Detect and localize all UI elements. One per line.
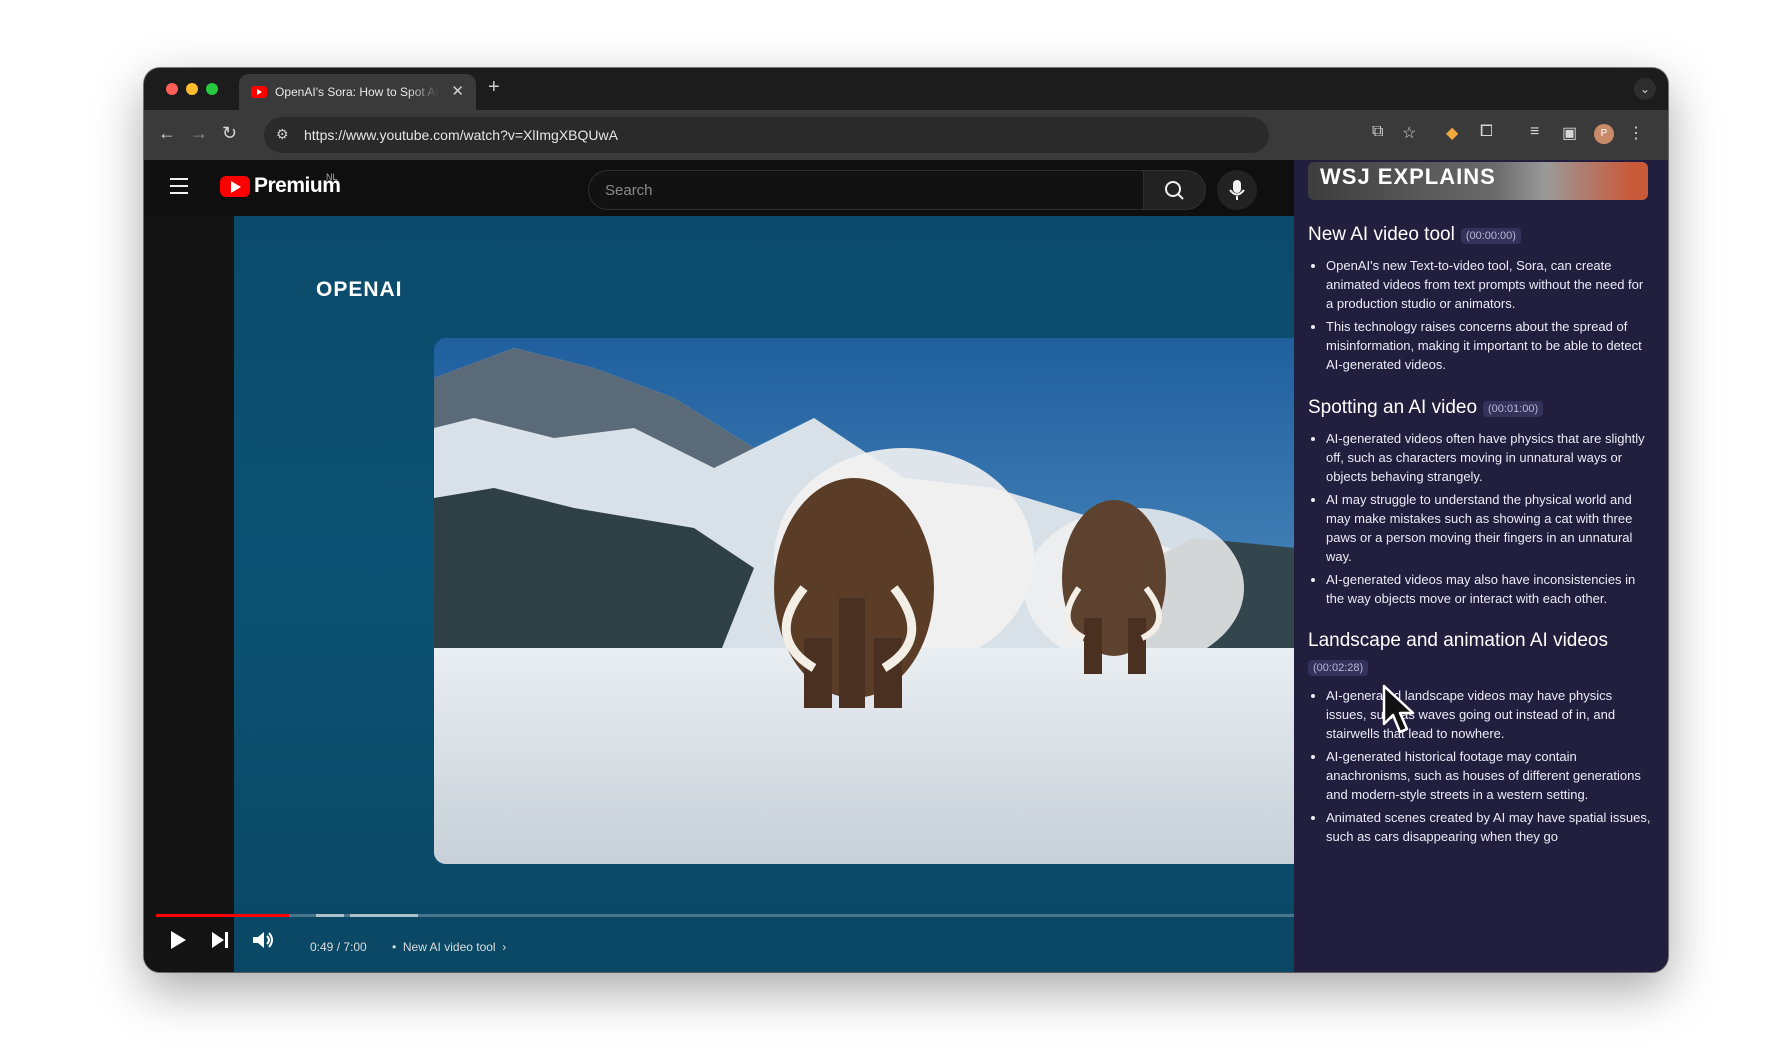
section-timestamp[interactable]: (00:01:00) xyxy=(1483,400,1544,417)
tab-close-icon[interactable]: ✕ xyxy=(451,82,464,100)
close-window-button[interactable] xyxy=(166,83,178,95)
tab-title: OpenAI's Sora: How to Spot AI-Generated … xyxy=(275,85,440,99)
address-bar[interactable]: ⚙ https://www.youtube.com/watch?v=XlImgX… xyxy=(264,117,1269,153)
profile-avatar[interactable]: P xyxy=(1594,124,1614,144)
tab-search-chevron-icon[interactable]: ⌄ xyxy=(1634,78,1656,100)
country-code: NL xyxy=(326,172,338,182)
tab-strip: OpenAI's Sora: How to Spot AI-Generated … xyxy=(144,68,1668,110)
hamburger-menu-icon[interactable] xyxy=(170,178,188,199)
reload-icon[interactable]: ↻ xyxy=(222,123,237,144)
youtube-logo-icon[interactable] xyxy=(220,176,250,197)
progress-buffered xyxy=(315,914,345,917)
progress-buffered xyxy=(349,914,419,917)
search-icon xyxy=(1165,181,1184,200)
video-summary-panel: WSJ EXPLAINS New AI video tool (00:00:00)… xyxy=(1294,160,1668,972)
summary-bullet: OpenAI's new Text-to-video tool, Sora, c… xyxy=(1326,256,1653,313)
side-panel-icon[interactable]: ▣ xyxy=(1562,123,1577,143)
summary-bullet: Animated scenes created by AI may have s… xyxy=(1326,808,1653,846)
search-button[interactable] xyxy=(1144,170,1206,210)
summary-bullet: AI-generated videos may also have incons… xyxy=(1326,570,1653,608)
volume-icon[interactable] xyxy=(250,926,278,954)
browser-toolbar: ← → ↻ ⚙ https://www.youtube.com/watch?v=… xyxy=(144,110,1668,160)
search-placeholder: Search xyxy=(605,182,653,199)
voice-search-button[interactable] xyxy=(1217,170,1257,210)
summary-section: Spotting an AI video (00:01:00) AI-genera… xyxy=(1308,397,1653,612)
progress-played xyxy=(156,914,290,917)
play-icon[interactable] xyxy=(166,926,190,954)
banner-title: WSJ EXPLAINS xyxy=(1320,164,1496,189)
browser-tab[interactable]: OpenAI's Sora: How to Spot AI-Generated … xyxy=(239,74,476,110)
wsj-explains-banner: WSJ EXPLAINS xyxy=(1308,162,1648,200)
chapter-label: New AI video tool xyxy=(402,940,496,954)
maximize-window-button[interactable] xyxy=(206,83,218,95)
new-tab-button[interactable]: + xyxy=(488,76,500,99)
youtube-favicon-icon xyxy=(251,86,267,98)
youtube-header: Premium NL Search xyxy=(144,160,1294,216)
back-arrow-icon[interactable]: ← xyxy=(158,123,176,144)
forward-arrow-icon[interactable]: → xyxy=(190,123,208,144)
summary-section: Landscape and animation AI videos (00:02:… xyxy=(1308,630,1653,850)
mouse-cursor-icon xyxy=(1382,684,1415,734)
youtube-page: Premium NL Search OPENAI 0:49 / 7:00 • N… xyxy=(144,160,1668,972)
openai-logo: OPENAI xyxy=(316,278,403,301)
summary-section: New AI video tool (00:00:00) OpenAI's new… xyxy=(1308,224,1653,378)
bookmark-star-icon[interactable]: ☆ xyxy=(1402,123,1416,143)
chapter-title[interactable]: • New AI video tool › xyxy=(392,940,506,954)
summary-bullet: AI may struggle to understand the physic… xyxy=(1326,490,1653,566)
section-timestamp[interactable]: (00:00:00) xyxy=(1460,227,1521,244)
search-input[interactable]: Search xyxy=(588,170,1144,210)
summary-bullet: AI-generated historical footage may cont… xyxy=(1326,747,1653,804)
url-text: https://www.youtube.com/watch?v=XlImgXBQ… xyxy=(304,127,618,143)
progress-bar[interactable] xyxy=(156,914,1296,917)
video-frame[interactable]: OPENAI xyxy=(234,216,1296,972)
section-title: Spotting an AI video xyxy=(1308,397,1478,418)
site-settings-icon[interactable]: ⚙ xyxy=(276,126,289,143)
video-letterbox xyxy=(144,216,234,972)
section-title: New AI video tool xyxy=(1308,224,1455,245)
extensions-puzzle-icon[interactable]: ⧠ xyxy=(1480,123,1493,141)
time-display: 0:49 / 7:00 xyxy=(310,940,367,954)
microphone-icon xyxy=(1229,180,1245,200)
minimize-window-button[interactable] xyxy=(186,83,198,95)
next-video-icon[interactable] xyxy=(208,926,232,954)
summary-bullet: AI-generated landscape videos may have p… xyxy=(1326,686,1653,743)
section-timestamp[interactable]: (00:02:28) xyxy=(1308,660,1369,676)
summary-bullet: AI-generated videos often have physics t… xyxy=(1326,429,1653,486)
extension-icon[interactable]: ◆ xyxy=(1446,123,1458,143)
cast-icon[interactable]: ⧉ xyxy=(1372,123,1383,141)
browser-menu-icon[interactable]: ⋮ xyxy=(1628,123,1644,143)
media-controls-icon[interactable]: ≡ xyxy=(1530,123,1539,141)
summary-bullet: This technology raises concerns about th… xyxy=(1326,317,1653,374)
woolly-mammoth-scene-image xyxy=(434,338,1296,864)
browser-window: OpenAI's Sora: How to Spot AI-Generated … xyxy=(144,68,1668,972)
section-title: Landscape and animation AI videos xyxy=(1308,630,1608,651)
video-player[interactable]: OPENAI 0:49 / 7:00 • New AI video tool › xyxy=(144,216,1296,972)
